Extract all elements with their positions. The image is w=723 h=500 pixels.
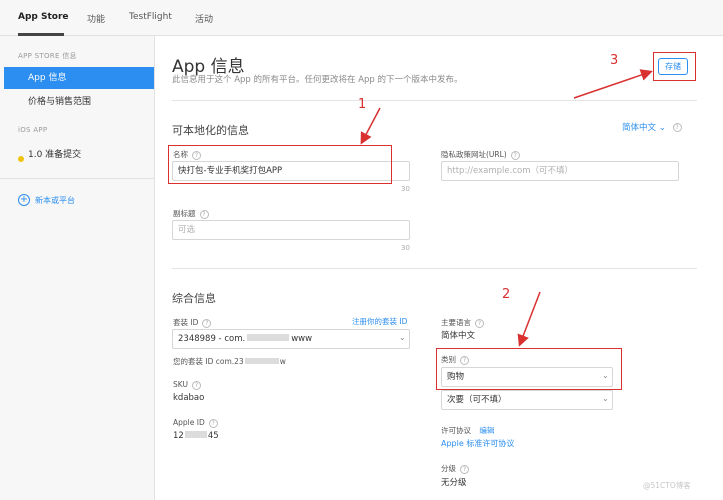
tab-activity[interactable]: 活动 [195,12,213,25]
top-nav-bar: App Store 功能 TestFlight 活动 [0,0,723,36]
chevron-down-icon: ⌄ [399,333,406,342]
help-icon[interactable]: ? [672,123,682,132]
sidebar-item-pricing[interactable]: 价格与销售范围 [0,91,155,113]
apple-id-start: 12 [173,431,184,441]
sidebar-section-store: APP STORE 信息 [18,52,77,60]
bundle-prefix-label: 您的套装 ID com.23 [173,357,244,366]
annotation-number-2: 2 [502,287,511,302]
subtitle-char-count: 30 [401,244,410,252]
apple-id-end: 45 [207,431,219,441]
primary-language-label: 主要语言? [441,317,484,328]
license-edit-link[interactable]: 编辑 [479,426,494,435]
help-icon[interactable]: ? [475,318,484,328]
help-icon[interactable]: ? [510,150,520,160]
privacy-url-label-text: 隐私政策网址(URL) [441,150,507,159]
license-agreement-link[interactable]: Apple 标准许可协议 [441,438,514,449]
help-icon[interactable]: ? [202,318,212,328]
header-divider [172,100,697,101]
bundle-id-label: 套装 ID? [173,317,212,328]
bundle-prefix-text: 您的套装 ID com.23 w [173,356,286,367]
help-icon[interactable]: ? [191,380,201,390]
tab-features[interactable]: 功能 [87,12,105,25]
apple-id-value: 12 45 [173,431,219,441]
help-icon[interactable]: ? [208,418,218,428]
new-platform-link[interactable]: 新本或平台 [35,195,75,206]
sidebar-section-ios: iOS APP [18,126,48,134]
language-value: 简体中文 [622,123,657,133]
help-icon[interactable]: ? [199,209,209,219]
sidebar-item-app-info[interactable]: App 信息 [4,67,154,89]
annotation-number-1: 1 [358,97,367,112]
language-selector[interactable]: 简体中文 ⌄ ? [622,121,682,133]
annotation-box-name [168,145,392,184]
license-label-text: 许可协议 [441,426,471,435]
section-title-general: 综合信息 [172,292,216,305]
add-platform-icon[interactable]: + [18,194,30,206]
bundle-id-select[interactable]: 2348989 - com. www [172,329,410,349]
primary-language-label-text: 主要语言 [441,318,471,327]
redacted-block [244,358,279,364]
bundle-prefix-suffix: w [279,357,286,366]
help-icon[interactable]: ? [460,464,469,474]
arrow-3 [573,69,653,99]
redacted-block [247,334,290,341]
bundle-id-suffix: www [291,334,313,344]
section-title-localizable: 可本地化的信息 [172,124,249,137]
privacy-url-field[interactable]: http://example.com（可不填） [441,161,679,181]
bundle-id-value: 2348989 - com. [178,334,246,344]
chevron-down-icon: ⌄ [658,123,666,133]
section-divider [172,268,697,269]
tab-testflight[interactable]: TestFlight [129,12,172,22]
watermark: @51CTO博客 [643,481,691,490]
sku-label: SKU? [173,380,201,390]
sidebar-item-version[interactable]: 1.0 准备提交 [0,144,155,166]
register-bundle-id-link[interactable]: 注册你的套装 ID [352,316,407,327]
apple-id-label: Apple ID? [173,418,218,428]
arrow-2 [517,291,541,347]
redacted-block [184,431,207,438]
arrow-1 [360,107,381,145]
privacy-url-label: 隐私政策网址(URL)? [441,149,520,160]
sku-value: kdabao [173,393,205,403]
page-description: 此信息用于这个 App 的所有平台。任何更改将在 App 的下一个版本中发布。 [172,75,463,85]
subtitle-label: 副标题? [173,208,209,219]
rating-label: 分级? [441,463,469,474]
annotation-box-save [653,52,696,81]
tab-app-store[interactable]: App Store [18,12,69,22]
subtitle-field[interactable]: 可选 [172,220,410,240]
license-label: 许可协议 编辑 [441,425,494,436]
status-dot-icon [18,156,24,162]
chevron-down-icon: ⌄ [602,394,609,403]
secondary-category-select[interactable]: 次要（可不填） [441,390,613,410]
bundle-id-label-text: 套装 ID [173,318,199,327]
sidebar-divider [0,178,155,179]
subtitle-label-text: 副标题 [173,209,196,218]
annotation-box-category [436,348,622,390]
sidebar: APP STORE 信息 App 信息 价格与销售范围 iOS APP 1.0 … [0,36,155,500]
apple-id-label-text: Apple ID [173,418,205,427]
annotation-number-3: 3 [610,53,619,68]
rating-label-text: 分级 [441,464,456,473]
rating-value: 无分级 [441,478,467,488]
name-char-count: 30 [401,185,410,193]
sku-label-text: SKU [173,380,188,389]
primary-language-value: 简体中文 [441,331,476,341]
